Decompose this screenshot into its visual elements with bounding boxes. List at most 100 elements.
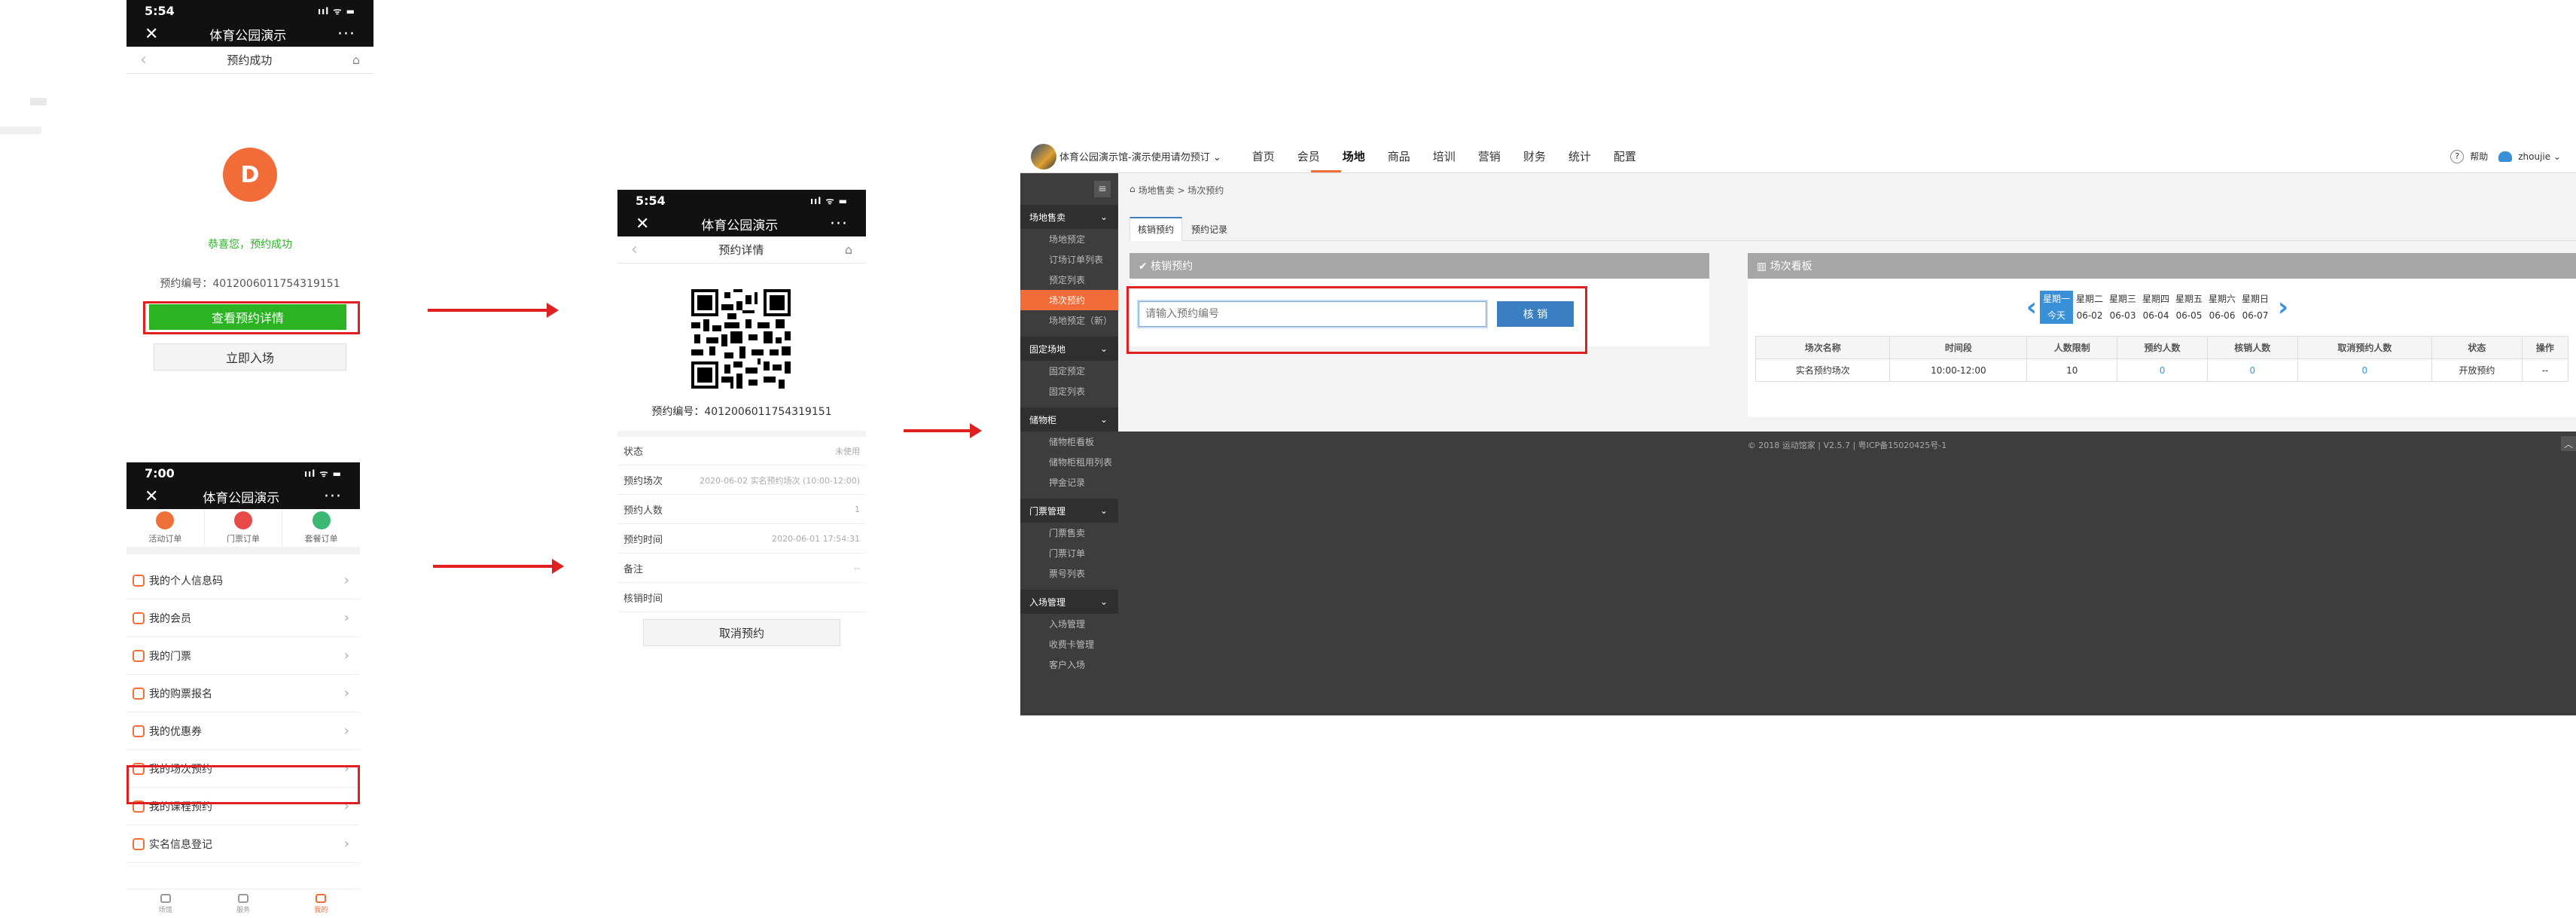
- tab-order-0[interactable]: 活动订单: [127, 509, 205, 547]
- sidebar-item[interactable]: 场次预约: [1020, 290, 1118, 310]
- close-icon[interactable]: ✕: [145, 487, 158, 506]
- column-header: 时间段: [1889, 336, 2028, 359]
- chevron-right-icon: ›: [343, 648, 349, 663]
- help-icon[interactable]: ?: [2450, 149, 2465, 163]
- close-icon[interactable]: ✕: [636, 215, 649, 233]
- order-label: 预约编号：: [160, 278, 213, 290]
- breadcrumb: ⌂ 场地售卖 > 场次预约: [1129, 184, 1224, 197]
- more-icon[interactable]: ···: [830, 215, 848, 233]
- sidebar-item[interactable]: 固定预定: [1020, 361, 1118, 381]
- home-icon[interactable]: ⌂: [1129, 184, 1136, 197]
- tab-verify[interactable]: 核销预约: [1129, 217, 1183, 241]
- weekday-4[interactable]: 星期五 06-05: [2172, 291, 2206, 324]
- sidebar-item[interactable]: 场地预定（新）: [1020, 310, 1118, 331]
- nav-item[interactable]: 会员: [1286, 140, 1331, 173]
- cancel-booking-button[interactable]: 取消预约: [643, 619, 840, 646]
- scroll-top-button[interactable]: ︿: [2561, 436, 2576, 451]
- tab-records[interactable]: 预约记录: [1182, 218, 1236, 240]
- weekday-name: 星期二: [2076, 294, 2104, 304]
- sidebar-item[interactable]: 固定列表: [1020, 381, 1118, 401]
- back-icon[interactable]: ‹: [631, 240, 638, 259]
- brand-logo: D: [223, 148, 277, 202]
- detail-key: 核销时间: [623, 593, 663, 605]
- menu-item[interactable]: 我的个人信息码 ›: [127, 562, 360, 599]
- sidebar-group-label: 储物柜: [1029, 414, 1057, 425]
- weekday-2[interactable]: 星期三 06-03: [2106, 291, 2139, 324]
- weekday-3[interactable]: 星期四 06-04: [2139, 291, 2172, 324]
- sidebar-item[interactable]: 押金记录: [1020, 472, 1118, 493]
- sidebar-item[interactable]: 客户入场: [1020, 654, 1118, 675]
- nav-item[interactable]: 财务: [1512, 140, 1557, 173]
- weekday-name: 星期六: [2209, 294, 2236, 304]
- menu-label: 我的个人信息码: [149, 575, 223, 587]
- tab-order-1[interactable]: 门票订单: [205, 509, 283, 547]
- home-icon[interactable]: ⌂: [352, 53, 360, 67]
- footer-text: © 2018 运动馆家 | V2.5.7 | 粤ICP备15020425号-1: [1747, 441, 1947, 450]
- user-menu[interactable]: zhoujie ⌄: [2518, 151, 2561, 162]
- more-icon[interactable]: ···: [324, 487, 342, 506]
- sidebar-groups: 场地售卖 ⌄ 场地预定 订场订单列表 预定列表 场次预约 场地预定（新） 固定场地 ⌄ 固定预定固…: [1020, 205, 1118, 675]
- sidebar-group-label: 门票管理: [1029, 505, 1066, 517]
- detail-value: 1: [855, 505, 860, 514]
- bottom-tab-2[interactable]: 我的: [282, 889, 360, 918]
- column-header: 场次名称: [1754, 336, 1891, 359]
- menu-item[interactable]: 实名信息登记 ›: [127, 825, 360, 863]
- sidebar-item[interactable]: 场地预定: [1020, 229, 1118, 249]
- tab-order-2[interactable]: 套餐订单: [282, 509, 360, 547]
- sidebar-group[interactable]: 入场管理 ⌄: [1020, 590, 1118, 614]
- sidebar-group[interactable]: 储物柜 ⌄: [1020, 407, 1118, 432]
- sidebar-item[interactable]: 订场订单列表: [1020, 249, 1118, 270]
- sidebar-item[interactable]: 票号列表: [1020, 563, 1118, 584]
- close-icon[interactable]: ✕: [145, 25, 158, 44]
- sidebar-group[interactable]: 场地售卖 ⌄: [1020, 205, 1118, 229]
- weekday-name: 星期一: [2043, 294, 2071, 304]
- menu-item[interactable]: 我的门票 ›: [127, 637, 360, 675]
- more-icon[interactable]: ···: [337, 25, 355, 44]
- chevron-right-icon: ›: [343, 610, 349, 626]
- menu-item[interactable]: 我的购票报名 ›: [127, 675, 360, 712]
- menu-icon: [133, 687, 145, 700]
- nav-item[interactable]: 首页: [1241, 140, 1286, 173]
- nav-item[interactable]: 培训: [1422, 140, 1467, 173]
- table-cell: 10:00-12:00: [1889, 358, 2028, 382]
- sidebar-item[interactable]: 门票订单: [1020, 543, 1118, 563]
- count-link[interactable]: 0: [2297, 358, 2433, 382]
- venue-selector[interactable]: 体育公园演示馆-演示使用请勿预订 ⌄: [1059, 149, 1221, 163]
- footer: © 2018 运动馆家 | V2.5.7 | 粤ICP备15020425号-1 …: [1118, 432, 2576, 715]
- nav-item[interactable]: 统计: [1557, 140, 1602, 173]
- nav-item[interactable]: 配置: [1602, 140, 1648, 173]
- nav-title: 体育公园演示: [203, 490, 280, 506]
- nav-item[interactable]: 场地: [1331, 140, 1376, 173]
- sidebar-group[interactable]: 门票管理 ⌄: [1020, 499, 1118, 523]
- count-link[interactable]: 0: [2206, 358, 2298, 382]
- count-link[interactable]: 0: [2117, 358, 2208, 382]
- weekday-0[interactable]: 星期一 今天: [2040, 291, 2074, 324]
- nav-item[interactable]: 商品: [1376, 140, 1422, 173]
- tab-icon: [160, 894, 171, 903]
- next-week-icon[interactable]: ›: [2278, 292, 2288, 322]
- enter-now-button[interactable]: 立即入场: [154, 343, 346, 371]
- order-icon: [312, 511, 331, 529]
- sidebar-group[interactable]: 固定场地 ⌄: [1020, 337, 1118, 361]
- sidebar-item[interactable]: 预定列表: [1020, 270, 1118, 290]
- home-icon[interactable]: ⌂: [845, 242, 852, 257]
- weekday-6[interactable]: 星期日 06-07: [2239, 291, 2272, 324]
- weekday-1[interactable]: 星期二 06-02: [2073, 291, 2106, 324]
- sidebar-item[interactable]: 入场管理: [1020, 614, 1118, 634]
- bottom-tab-label: 我的: [314, 907, 328, 914]
- bottom-tab-1[interactable]: 服务: [204, 889, 282, 918]
- prev-week-icon[interactable]: ‹: [2026, 292, 2037, 322]
- back-icon[interactable]: ‹: [140, 50, 147, 69]
- menu-item[interactable]: 我的会员 ›: [127, 599, 360, 637]
- bottom-tab-0[interactable]: 场馆: [127, 889, 204, 918]
- collapse-icon[interactable]: ≡: [1094, 181, 1111, 197]
- help-link[interactable]: 帮助: [2470, 150, 2488, 163]
- sidebar-item[interactable]: 储物柜看板: [1020, 432, 1118, 452]
- menu-item[interactable]: 我的优惠券 ›: [127, 712, 360, 750]
- sidebar-item[interactable]: 储物柜租用列表: [1020, 452, 1118, 472]
- decor-mark: [30, 98, 47, 105]
- sidebar-item[interactable]: 收费卡管理: [1020, 634, 1118, 654]
- sidebar-item[interactable]: 门票售卖: [1020, 523, 1118, 543]
- weekday-5[interactable]: 星期六 06-06: [2206, 291, 2239, 324]
- nav-item[interactable]: 营销: [1467, 140, 1512, 173]
